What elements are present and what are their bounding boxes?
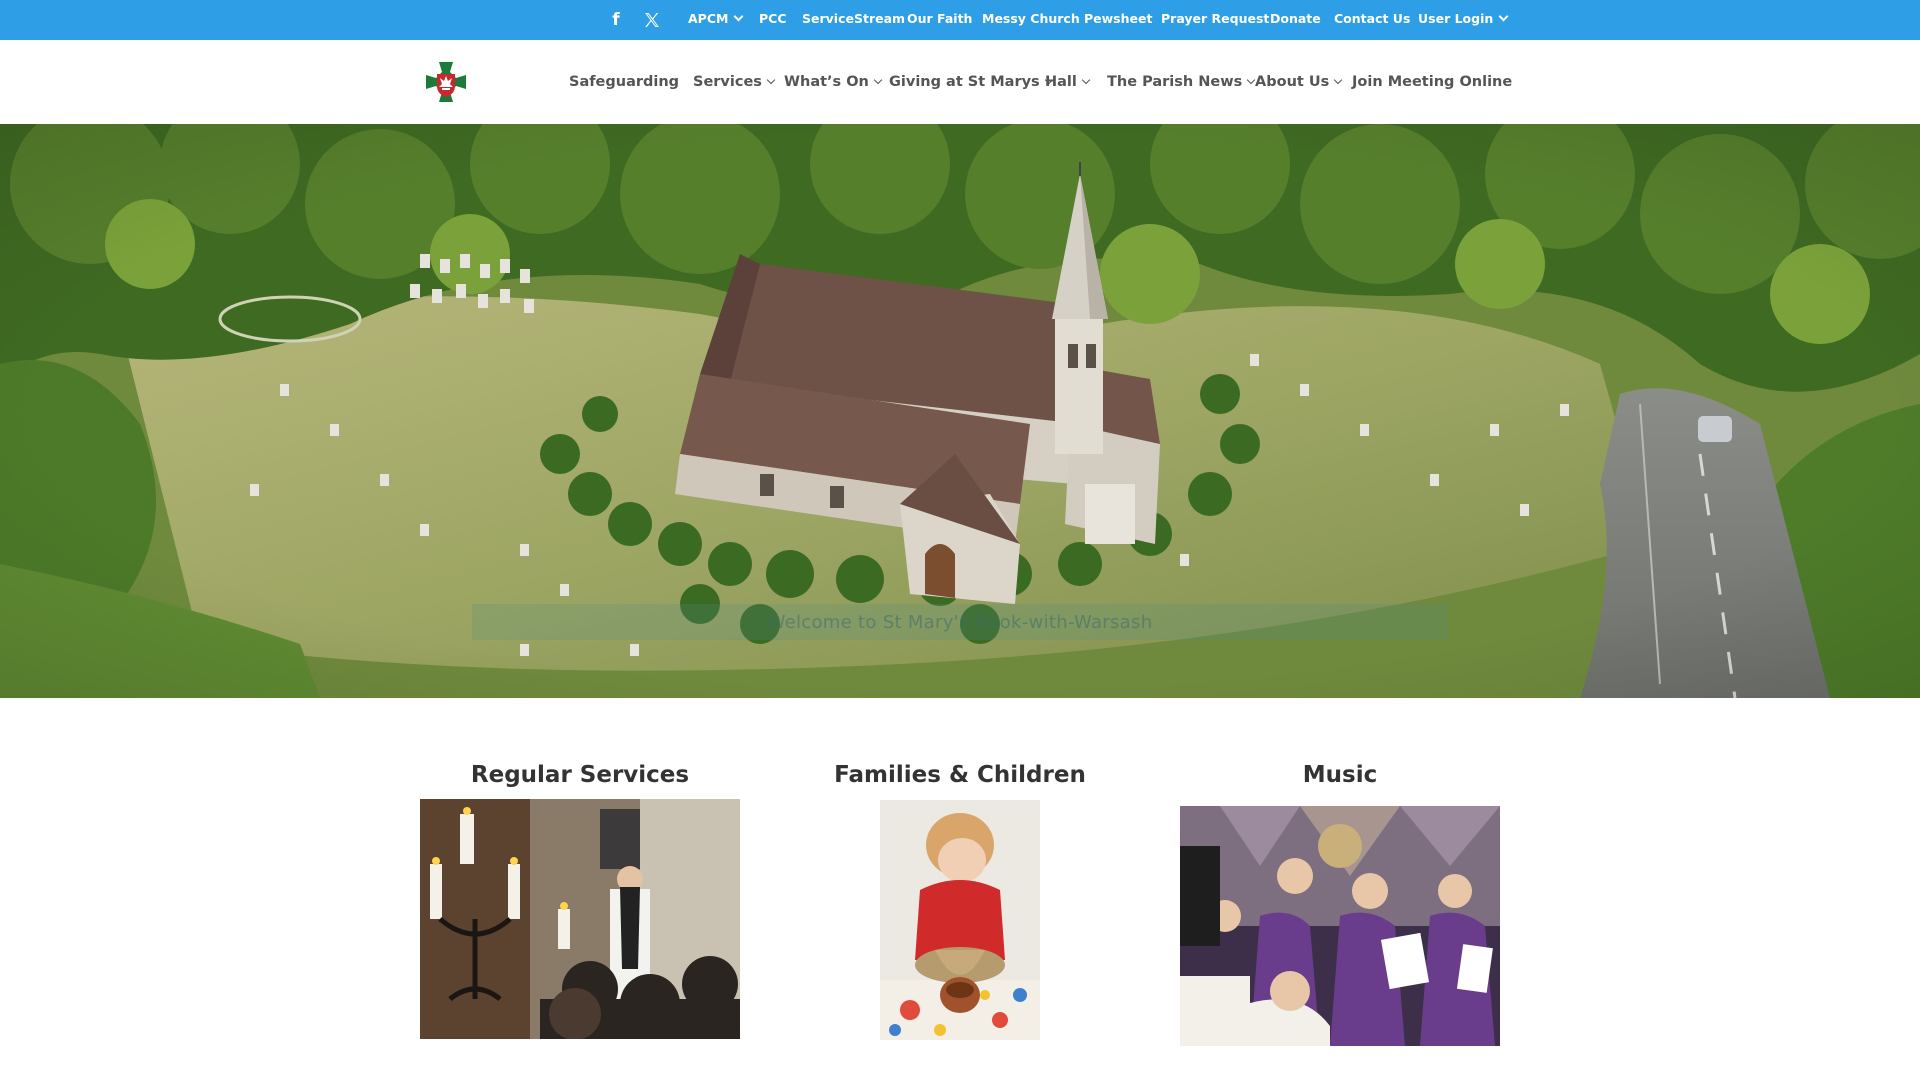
music-choir-image[interactable] [1180,806,1500,1046]
chevron-down-icon [766,75,776,85]
nav-label: Join Meeting Online [1352,74,1513,90]
chevron-down-icon [1081,75,1091,85]
chevron-down-icon [1498,11,1509,22]
top-link-contact-us[interactable]: Contact Us [1334,11,1410,27]
facebook-icon[interactable]: f [608,0,624,40]
top-link-label: PCC [759,11,787,26]
top-link-messy-church[interactable]: Messy Church [982,11,1080,27]
top-link-user-login[interactable]: User Login [1418,11,1509,27]
hero-welcome-banner: Welcome to St Mary's Hook-with-Warsash [472,604,1448,640]
families-children-image[interactable] [880,800,1040,1040]
top-link-label: ServiceStream [802,11,906,26]
nav-hall[interactable]: Hall [1045,73,1091,91]
nav-label: Safeguarding [569,74,680,90]
nav-services[interactable]: Services [693,73,776,91]
nav-parish-news[interactable]: The Parish News [1107,73,1256,91]
nav-whats-on[interactable]: What’s On [784,73,883,91]
nav-label: About Us [1255,74,1330,90]
top-link-pcc[interactable]: PCC [759,11,787,27]
nav-label: Services [693,74,762,90]
top-link-label: Our Faith [907,11,973,26]
top-link-label: Prayer Request [1161,11,1270,26]
chevron-down-icon [734,11,744,22]
nav-about-us[interactable]: About Us [1255,73,1343,91]
top-link-label: Donate [1270,11,1321,26]
top-link-donate[interactable]: Donate [1270,11,1321,27]
top-link-label: Contact Us [1334,11,1411,26]
regular-services-image[interactable] [420,799,740,1039]
nav-label: Hall [1045,74,1077,90]
section-title-families-children: Families & Children [834,762,1086,788]
top-link-label: Messy Church [982,11,1080,26]
nav-label: Giving at St Marys [889,74,1040,90]
section-title-music: Music [1302,762,1378,788]
section-title-regular-services: Regular Services [470,762,690,788]
top-link-servicestream[interactable]: ServiceStream [802,11,905,27]
nav-safeguarding[interactable]: Safeguarding [569,73,679,91]
top-link-label: User Login [1418,11,1494,26]
x-twitter-icon[interactable] [643,0,661,40]
nav-join-meeting-online[interactable]: Join Meeting Online [1352,73,1512,91]
top-link-label: APCM [688,11,729,26]
top-link-label: Pewsheet [1084,11,1153,26]
nav-label: What’s On [784,74,869,90]
chevron-down-icon [873,75,883,85]
top-bar: f APCM PCC ServiceStream Our Faith Messy… [0,0,1920,40]
nav-giving[interactable]: Giving at St Marys [889,73,1053,91]
top-link-our-faith[interactable]: Our Faith [907,11,972,27]
top-link-pewsheet[interactable]: Pewsheet [1084,11,1152,27]
chevron-down-icon [1334,75,1343,85]
top-link-prayer-request[interactable]: Prayer Request [1161,11,1269,27]
hero-welcome-text: Welcome to St Mary's Hook-with-Warsash [767,611,1153,633]
church-cross-logo[interactable] [424,60,468,104]
nav-label: The Parish News [1107,74,1243,90]
top-link-apcm[interactable]: APCM [688,11,744,27]
